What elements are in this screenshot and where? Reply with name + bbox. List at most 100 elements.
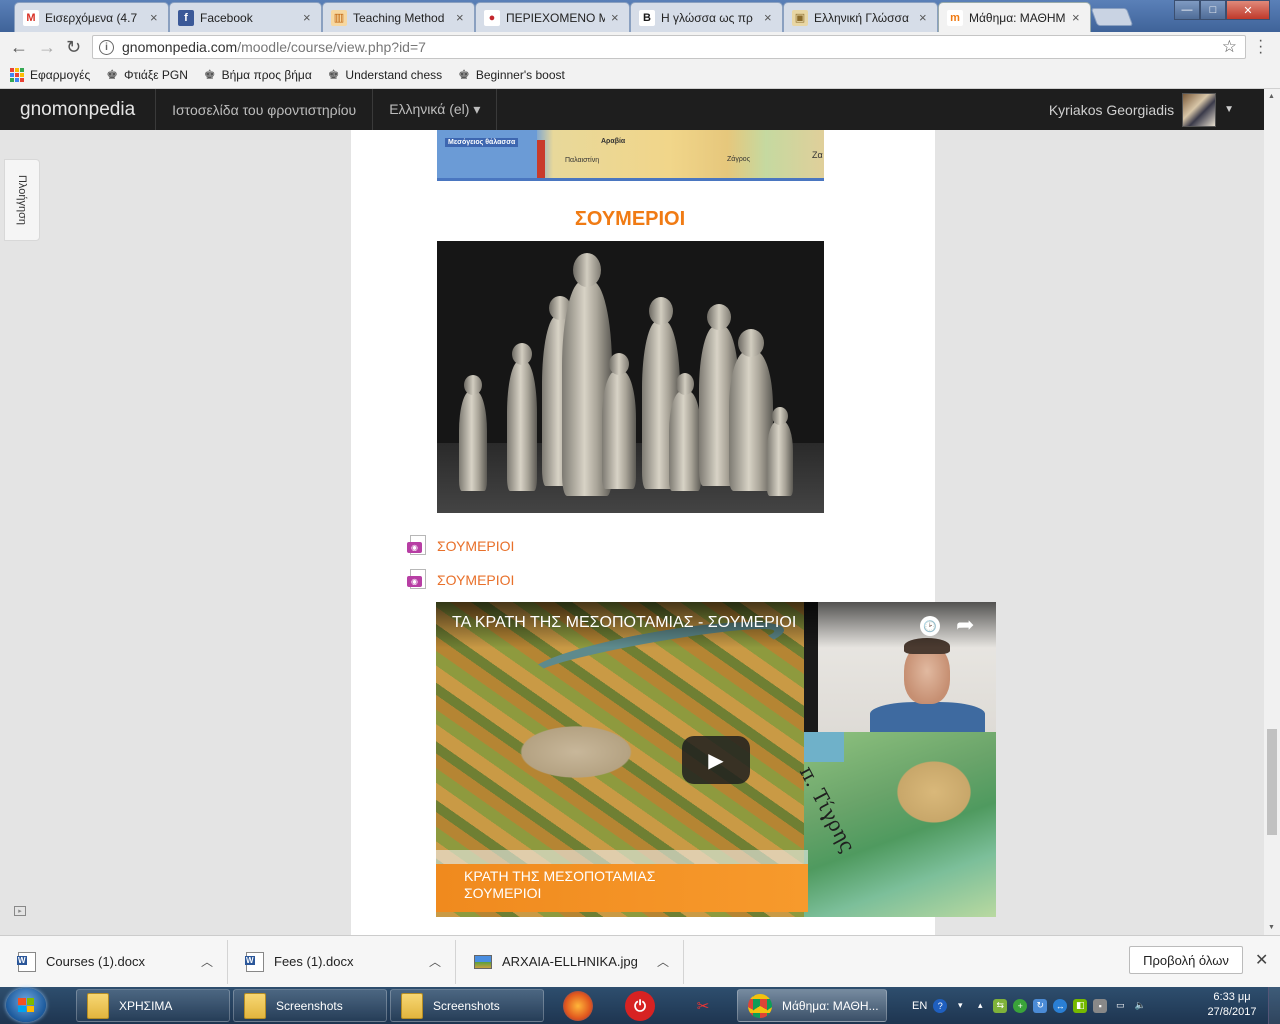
chevron-up-icon[interactable]: ︿ bbox=[657, 953, 669, 970]
resource-link-text[interactable]: ΣΟΥΜΕΡΙΟΙ bbox=[437, 572, 514, 588]
chevron-up-icon[interactable]: ︿ bbox=[429, 953, 441, 970]
bookmark-vima-pros-vima[interactable]: ♚ Βήμα προς βήμα bbox=[204, 67, 312, 83]
network-icon[interactable]: ⇆ bbox=[993, 998, 1008, 1013]
language-menu[interactable]: Ελληνικά (el) ▾ bbox=[373, 89, 498, 130]
blogger-icon: B bbox=[639, 9, 655, 26]
site-navbar: gnomonpedia Ιστοσελίδα του φροντιστηρίου… bbox=[0, 89, 1264, 130]
close-icon[interactable]: × bbox=[303, 10, 313, 25]
browser-menu-icon[interactable]: · · · bbox=[1258, 33, 1263, 61]
tab-elliniki-glossa[interactable]: ▣ Ελληνική Γλώσσα × bbox=[783, 2, 938, 32]
video-caption-banner: ΚΡΑΤΗ ΤΗΣ ΜΕΣΟΠΟΤΑΜΙΑΣ ΣΟΥΜΕΡΙΟΙ bbox=[436, 864, 808, 912]
nvidia-icon[interactable]: ◧ bbox=[1073, 998, 1088, 1013]
tab-facebook[interactable]: f Facebook × bbox=[169, 2, 322, 32]
url-text[interactable]: gnomonpedia.com/moodle/course/view.php?i… bbox=[122, 39, 426, 55]
map-label: Ζα bbox=[812, 150, 823, 160]
taskbar-folder-screenshots-2[interactable]: Screenshots bbox=[390, 989, 544, 1022]
site-logo-icon: ● bbox=[484, 9, 500, 26]
section-title: ΣΟΥΜΕΡΙΟΙ bbox=[574, 208, 686, 230]
page-scrollbar[interactable]: ▲ ▼ bbox=[1264, 89, 1280, 935]
teamviewer-icon[interactable]: ↔ bbox=[1053, 998, 1068, 1013]
help-icon[interactable]: ? bbox=[933, 998, 948, 1013]
bookmark-apps[interactable]: Εφαρμογές bbox=[10, 68, 90, 82]
firefox-icon[interactable] bbox=[563, 991, 593, 1021]
show-desktop-button[interactable] bbox=[1268, 987, 1280, 1024]
bookmark-label: Φτιάξε PGN bbox=[123, 68, 188, 82]
close-icon[interactable]: × bbox=[764, 10, 774, 25]
youtube-video-embed[interactable]: π. Τίγρης ΚΡΑΤΗ ΤΗΣ ΜΕΣΟΠΟΤΑΜΙΑΣ ΣΟΥΜΕΡΙ… bbox=[436, 602, 996, 917]
antivirus-icon[interactable]: + bbox=[1013, 998, 1028, 1013]
tab-gmail[interactable]: M Εισερχόμενα (4.7 × bbox=[14, 2, 169, 32]
clock-time: 6:33 μμ bbox=[1213, 991, 1251, 1003]
scroll-down-icon[interactable]: ▼ bbox=[1268, 924, 1275, 931]
resource-link-text[interactable]: ΣΟΥΜΕΡΙΟΙ bbox=[437, 538, 514, 554]
tab-teaching-method[interactable]: ▥ Teaching Method × bbox=[322, 2, 475, 32]
watch-later-icon[interactable]: 🕑 bbox=[920, 616, 940, 636]
start-button[interactable] bbox=[6, 988, 46, 1022]
usb-icon[interactable]: ▪ bbox=[1093, 998, 1108, 1013]
show-all-downloads-button[interactable]: Προβολή όλων bbox=[1129, 946, 1243, 974]
taskbar-chrome[interactable]: Μάθημα: ΜΑΘΗ... bbox=[737, 989, 887, 1022]
close-icon[interactable]: ✕ bbox=[1255, 950, 1268, 970]
site-brand[interactable]: gnomonpedia bbox=[0, 89, 157, 130]
play-button[interactable]: ▶ bbox=[682, 736, 750, 784]
user-name: Kyriakos Georgiadis bbox=[1048, 101, 1175, 118]
taskbar-folder-screenshots[interactable]: Screenshots bbox=[233, 989, 387, 1022]
bookmark-ftiaxe-pgn[interactable]: ♚ Φτιάξε PGN bbox=[106, 67, 188, 83]
power-icon[interactable]: ⏻ bbox=[625, 991, 655, 1021]
close-window-button[interactable]: ✕ bbox=[1226, 0, 1270, 20]
share-icon[interactable]: ➦ bbox=[956, 612, 974, 638]
tab-mathima[interactable]: m Μάθημα: ΜΑΘΗΜ × bbox=[938, 2, 1091, 32]
user-menu[interactable]: Kyriakos Georgiadis ▼ bbox=[1049, 89, 1234, 130]
bookmark-beginners-boost[interactable]: ♚ Beginner's boost bbox=[458, 67, 565, 83]
navigation-drawer-tab[interactable]: Πλοήγηση bbox=[4, 159, 40, 241]
map-label: Ζάγρος bbox=[727, 156, 751, 163]
word-file-icon bbox=[17, 951, 36, 972]
download-item[interactable]: ARXAIA-ELLHNIKA.jpg ︿ bbox=[456, 939, 684, 984]
maximize-button[interactable]: □ bbox=[1200, 0, 1226, 20]
resource-link-soumerioi-1[interactable]: ◉ ΣΟΥΜΕΡΙΟΙ bbox=[407, 535, 514, 557]
download-item[interactable]: Courses (1).docx ︿ bbox=[0, 939, 228, 984]
signal-icon[interactable]: ▾ bbox=[953, 999, 967, 1013]
download-item[interactable]: Fees (1).docx ︿ bbox=[228, 939, 456, 984]
reload-button[interactable]: ↻ bbox=[66, 37, 81, 58]
system-clock[interactable]: 6:33 μμ 27/8/2017 bbox=[1200, 990, 1264, 1020]
speaker-icon[interactable]: 🔈 bbox=[1133, 999, 1147, 1013]
close-icon[interactable]: × bbox=[611, 10, 621, 25]
bookmark-understand-chess[interactable]: ♚ Understand chess bbox=[328, 67, 442, 83]
tab-title: Εισερχόμενα (4.7 bbox=[45, 10, 138, 25]
snipping-tool-icon[interactable]: ✂ bbox=[688, 991, 718, 1021]
tab-periexomeno[interactable]: ● ΠΕΡΙΕΧΟΜΕΝΟ Μ × bbox=[475, 2, 630, 32]
video-title[interactable]: ΤΑ ΚΡΑΤΗ ΤΗΣ ΜΕΣΟΠΟΤΑΜΙΑΣ - ΣΟΥΜΕΡΙΟΙ bbox=[452, 614, 796, 632]
sync-icon[interactable]: ↻ bbox=[1033, 998, 1048, 1013]
browser-tab-strip: M Εισερχόμενα (4.7 × f Facebook × ▥ Teac… bbox=[0, 0, 1280, 32]
chevron-up-icon[interactable]: ︿ bbox=[201, 953, 213, 970]
nav-link-website[interactable]: Ιστοσελίδα του φροντιστηρίου bbox=[156, 89, 374, 130]
bookmark-star-icon[interactable]: ☆ bbox=[1222, 37, 1237, 57]
scroll-up-icon[interactable]: ▲ bbox=[1268, 93, 1275, 100]
close-icon[interactable]: × bbox=[456, 10, 466, 25]
info-icon[interactable]: i bbox=[99, 39, 114, 55]
close-icon[interactable]: × bbox=[919, 10, 929, 25]
minimize-button[interactable]: — bbox=[1174, 0, 1200, 20]
tray-up-icon[interactable]: ▴ bbox=[973, 999, 987, 1013]
resource-link-soumerioi-2[interactable]: ◉ ΣΟΥΜΕΡΙΟΙ bbox=[407, 569, 514, 591]
dock-block-icon[interactable]: ▸ bbox=[14, 906, 26, 916]
language-indicator[interactable]: EN bbox=[912, 1000, 927, 1012]
chess-icon: ♚ bbox=[203, 67, 216, 82]
back-button[interactable]: ← bbox=[10, 37, 28, 58]
close-icon[interactable]: × bbox=[150, 10, 160, 25]
image-file-icon bbox=[474, 954, 492, 969]
map-image: Μεσόγειος θάλασσα Αραβία Παλαιστίνη Ζάγρ… bbox=[437, 130, 824, 181]
address-bar[interactable]: i gnomonpedia.com/moodle/course/view.php… bbox=[92, 35, 1246, 59]
chess-icon: ♚ bbox=[106, 67, 118, 82]
scrollbar-thumb[interactable] bbox=[1267, 729, 1277, 835]
new-tab-button[interactable] bbox=[1090, 8, 1134, 26]
taskbar-label: Screenshots bbox=[433, 998, 500, 1013]
taskbar-folder-chrisima[interactable]: ΧΡΗΣΙΜΑ bbox=[76, 989, 230, 1022]
forward-button[interactable]: → bbox=[38, 37, 56, 58]
close-icon[interactable]: × bbox=[1072, 10, 1082, 25]
tab-glossa[interactable]: B Η γλώσσα ως πρ × bbox=[630, 2, 783, 32]
url-host: gnomonpedia.com bbox=[122, 39, 238, 55]
drawer-label: Πλοήγηση bbox=[16, 174, 29, 226]
monitor-icon[interactable]: ▭ bbox=[1113, 999, 1127, 1013]
